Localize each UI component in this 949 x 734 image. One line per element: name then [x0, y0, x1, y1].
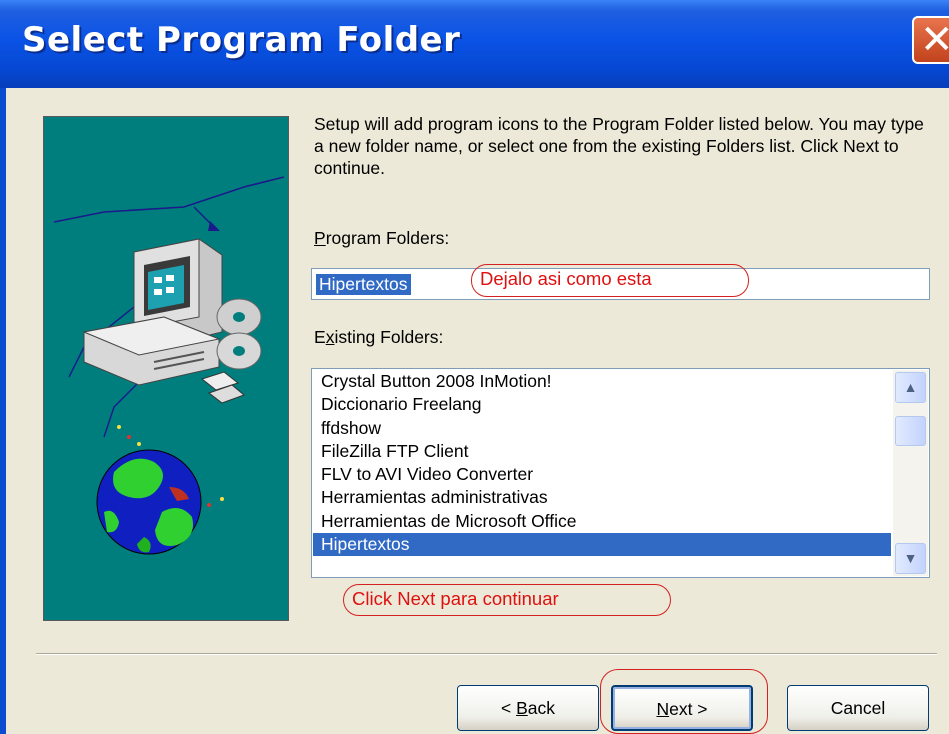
- annotation-click-next: Click Next para continuar: [343, 584, 671, 616]
- existing-folders-label: Existing Folders:: [314, 327, 444, 347]
- folder-list-item[interactable]: ffdshow: [313, 417, 891, 440]
- scroll-thumb[interactable]: [895, 416, 926, 446]
- button-divider: [36, 653, 937, 655]
- annotation-keep-as-is: Dejalo asi como esta: [471, 264, 749, 297]
- folder-list-item[interactable]: Crystal Button 2008 InMotion!: [313, 370, 891, 393]
- scroll-down-button[interactable]: ▼: [895, 543, 926, 574]
- chevron-up-icon: ▲: [903, 379, 918, 395]
- window-border: [0, 88, 6, 734]
- folder-list-items: Crystal Button 2008 InMotion! Diccionari…: [313, 370, 891, 557]
- folder-list-item[interactable]: FLV to AVI Video Converter: [313, 463, 891, 486]
- cancel-button[interactable]: Cancel: [787, 685, 929, 731]
- folder-list-item[interactable]: Herramientas de Microsoft Office: [313, 510, 891, 533]
- title-bar[interactable]: Select Program Folder ✕: [0, 0, 949, 88]
- back-button[interactable]: < Back: [457, 685, 599, 731]
- computer-globe-icon: [53, 176, 285, 555]
- program-folder-value: Hipertextos: [316, 274, 411, 295]
- folder-list-scrollbar[interactable]: ▲ ▼: [893, 370, 928, 576]
- close-button[interactable]: ✕: [912, 16, 949, 64]
- annotation-next-highlight: [600, 669, 768, 734]
- folder-list-item-selected[interactable]: Hipertextos: [313, 533, 891, 557]
- scroll-up-button[interactable]: ▲: [895, 372, 926, 403]
- instructions-text: Setup will add program icons to the Prog…: [314, 114, 924, 178]
- close-icon: ✕: [920, 17, 949, 63]
- window-title: Select Program Folder: [22, 20, 461, 60]
- folder-list-item[interactable]: FileZilla FTP Client: [313, 440, 891, 463]
- folder-list-item[interactable]: Diccionario Freelang: [313, 393, 891, 416]
- chevron-down-icon: ▼: [903, 550, 918, 566]
- existing-folders-list[interactable]: Crystal Button 2008 InMotion! Diccionari…: [311, 368, 930, 578]
- program-folders-label: Program Folders:: [314, 228, 450, 248]
- setup-illustration: [43, 116, 289, 621]
- folder-list-item[interactable]: Herramientas administrativas: [313, 486, 891, 509]
